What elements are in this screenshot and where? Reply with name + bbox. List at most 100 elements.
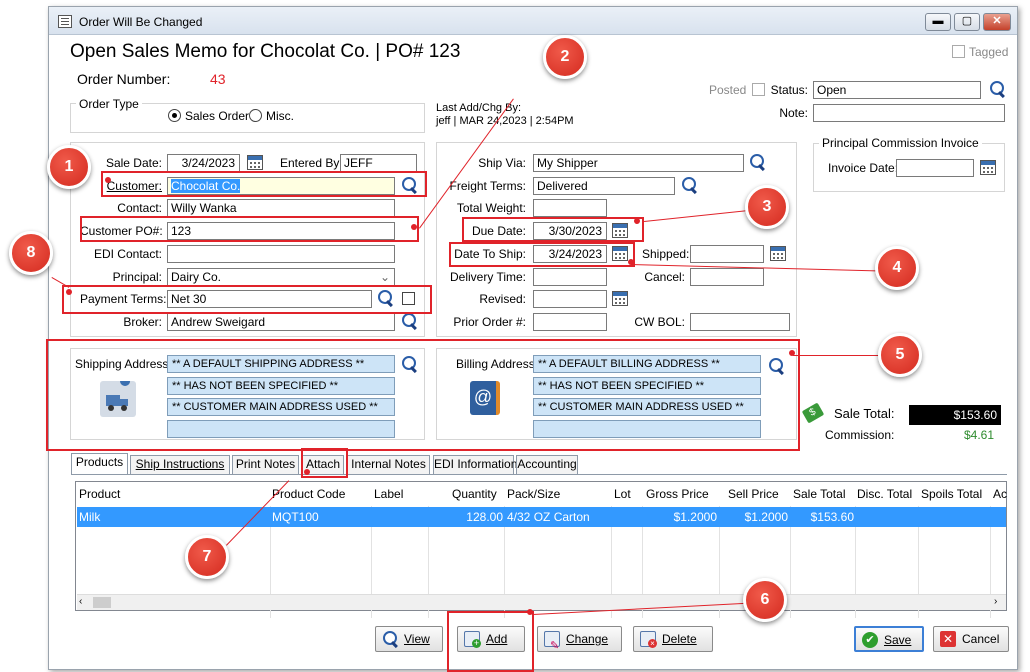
posted-label: Posted — [709, 83, 747, 97]
principal-label: Principal: — [112, 270, 162, 284]
cell-sale-total: $153.60 — [810, 510, 854, 524]
sales-order-radio[interactable] — [168, 109, 181, 122]
delivery-time-field[interactable] — [533, 268, 607, 286]
cancel-button[interactable]: ✕ Cancel — [933, 626, 1009, 652]
col-label[interactable]: Label — [374, 484, 403, 504]
callout-badge-5: 5 — [878, 333, 922, 377]
delete-button[interactable]: × Delete — [633, 626, 713, 652]
cell-pack-size: 4/32 OZ Carton — [507, 510, 590, 524]
commission-label: Commission: — [825, 428, 895, 442]
last-add-value: jeff | MAR 24,2023 | 2:54PM — [436, 115, 574, 127]
commission-value: $4.61 — [964, 428, 995, 442]
col-gross-price[interactable]: Gross Price — [646, 484, 709, 504]
revised-field[interactable] — [533, 290, 607, 308]
tab-print-notes[interactable]: Print Notes — [232, 455, 299, 474]
sale-date-label: Sale Date: — [105, 156, 162, 170]
order-type-label: Order Type — [76, 97, 142, 111]
cancel-button-label: Cancel — [962, 632, 1000, 646]
scroll-right-icon[interactable]: › — [994, 596, 997, 607]
shipped-label: Shipped: — [642, 247, 690, 261]
callout-box-addresses — [46, 339, 800, 451]
ship-via-search-icon[interactable] — [748, 153, 766, 171]
sale-total-label: Sale Total: — [834, 406, 895, 421]
edi-contact-label: EDI Contact: — [93, 247, 162, 261]
col-ac[interactable]: Ac — [993, 484, 1007, 504]
scroll-thumb[interactable] — [93, 597, 111, 608]
invoice-date-calendar-icon[interactable] — [980, 160, 996, 175]
save-button[interactable]: ✔ Save — [854, 626, 924, 652]
col-sell-price[interactable]: Sell Price — [728, 484, 779, 504]
col-disc-total[interactable]: Disc. Total — [857, 484, 912, 504]
tab-ship-instructions[interactable]: Ship Instructions — [130, 455, 230, 474]
change-button-label: Change — [566, 632, 609, 646]
note-field[interactable] — [813, 104, 1005, 122]
entered-by-field[interactable]: JEFF — [340, 154, 417, 172]
broker-field[interactable]: Andrew Sweigard — [167, 313, 395, 331]
callout-dot — [304, 469, 310, 475]
edi-contact-field[interactable] — [167, 245, 395, 263]
callout-dot — [527, 609, 533, 615]
maximize-button[interactable]: ▢ — [954, 13, 980, 31]
callout-badge-1: 1 — [47, 145, 91, 189]
cancel-icon: ✕ — [940, 631, 956, 647]
shipped-calendar-icon[interactable] — [770, 246, 786, 261]
close-button[interactable]: ✕ — [983, 13, 1011, 31]
broker-search-icon[interactable] — [400, 312, 418, 330]
tab-internal-notes[interactable]: Internal Notes — [347, 455, 430, 474]
scroll-left-icon[interactable]: ‹ — [79, 596, 82, 607]
callout-box-customer — [101, 171, 427, 197]
horizontal-scrollbar[interactable]: ‹ › — [77, 594, 1006, 610]
cell-sell-price: $1.2000 — [744, 510, 788, 524]
col-lot[interactable]: Lot — [614, 484, 631, 504]
window-title: Order Will Be Changed — [79, 15, 203, 29]
delete-icon: × — [640, 631, 657, 648]
title-bar: Order Will Be Changed ▬ ▢ ✕ — [49, 7, 1017, 35]
tab-products[interactable]: Products — [71, 453, 128, 474]
posted-checkbox[interactable] — [752, 83, 765, 96]
cancel-date-field[interactable] — [690, 268, 764, 286]
ship-via-field[interactable]: My Shipper — [533, 154, 744, 172]
callout-box-payment-terms — [62, 285, 432, 314]
change-button[interactable]: ✎ Change — [537, 626, 622, 652]
freight-terms-search-icon[interactable] — [680, 176, 698, 194]
minimize-button[interactable]: ▬ — [925, 13, 951, 31]
shipped-field[interactable] — [690, 245, 764, 263]
cw-bol-field[interactable] — [690, 313, 790, 331]
status-search-icon[interactable] — [988, 80, 1006, 98]
table-row[interactable]: Milk MQT100 128.00 4/32 OZ Carton $1.200… — [77, 507, 1006, 527]
sale-total-value: $153.60 — [909, 405, 1001, 425]
col-spoils-total[interactable]: Spoils Total — [921, 484, 982, 504]
order-number: 43 — [210, 71, 226, 87]
sale-date-calendar-icon[interactable] — [247, 155, 263, 170]
order-number-label: Order Number: — [77, 71, 171, 87]
principal-select[interactable]: Dairy Co. ⌄ — [167, 268, 395, 286]
tab-edi-information[interactable]: EDI Information — [433, 455, 517, 474]
window-icon — [58, 15, 72, 28]
invoice-date-field[interactable] — [896, 159, 974, 177]
callout-box-add-button — [447, 611, 534, 672]
invoice-date-label: Invoice Date: — [828, 161, 899, 175]
freight-terms-field[interactable]: Delivered — [533, 177, 675, 195]
misc-radio[interactable] — [249, 109, 262, 122]
callout-dot — [66, 289, 72, 295]
view-button-label: View — [404, 632, 430, 646]
view-button[interactable]: View — [375, 626, 443, 652]
total-weight-field[interactable] — [533, 199, 607, 217]
tab-accounting[interactable]: Accounting — [516, 455, 578, 474]
status-field[interactable]: Open — [813, 81, 981, 99]
checkmark-icon: ✔ — [862, 632, 878, 648]
callout-box-customer-po — [80, 216, 419, 242]
contact-field[interactable]: Willy Wanka — [167, 199, 395, 217]
revised-calendar-icon[interactable] — [612, 291, 628, 306]
col-product[interactable]: Product — [79, 484, 120, 504]
sale-date-field[interactable]: 3/24/2023 — [167, 154, 240, 172]
callout-badge-8: 8 — [9, 231, 53, 275]
delivery-time-label: Delivery Time: — [449, 270, 526, 284]
col-pack-size[interactable]: Pack/Size — [507, 484, 560, 504]
x-circle-icon: × — [648, 639, 657, 648]
prior-order-field[interactable] — [533, 313, 607, 331]
edit-icon: ✎ — [544, 631, 560, 652]
tagged-checkbox[interactable] — [952, 45, 965, 58]
col-quantity[interactable]: Quantity — [452, 484, 497, 504]
col-sale-total[interactable]: Sale Total — [793, 484, 845, 504]
